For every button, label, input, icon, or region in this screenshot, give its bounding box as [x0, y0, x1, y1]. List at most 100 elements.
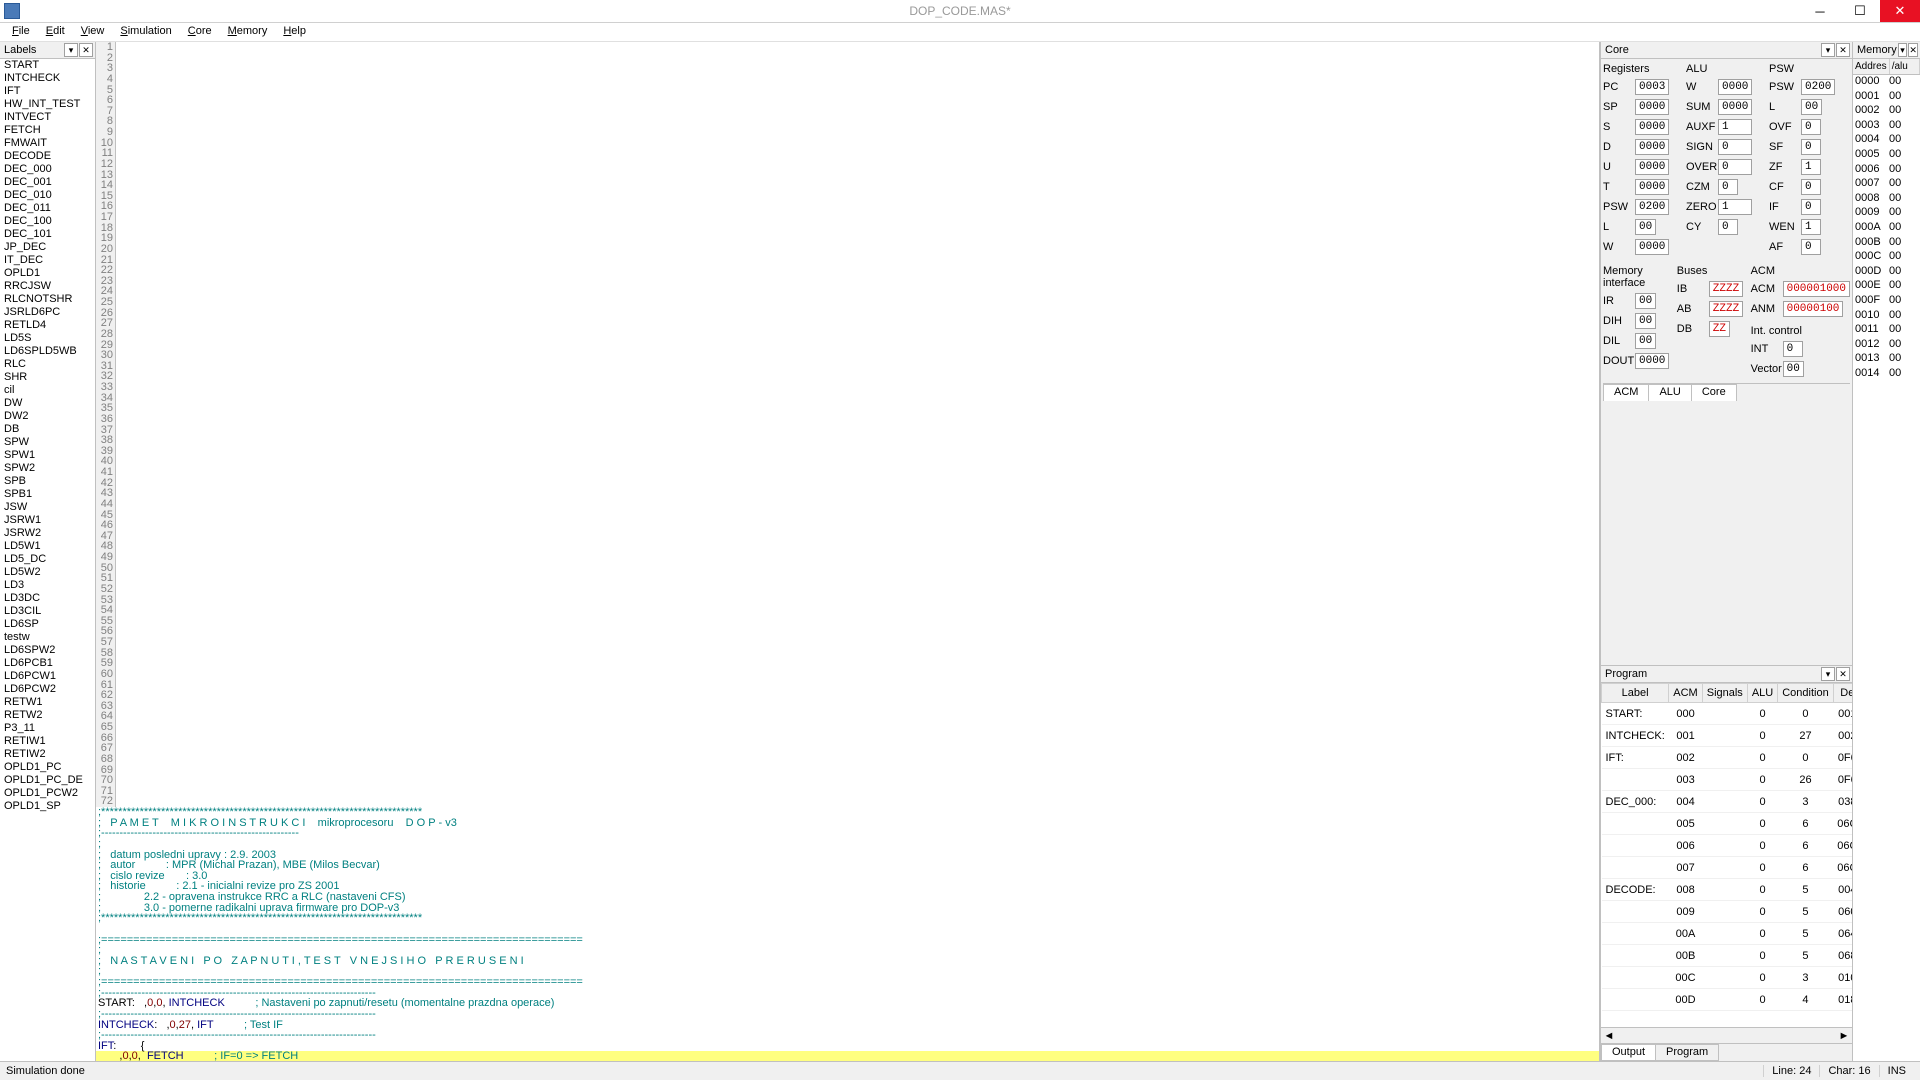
table-row[interactable]: 00D04018	[1602, 989, 1853, 1011]
reg-value[interactable]: 0000	[1635, 179, 1669, 195]
label-item[interactable]: P3_11	[0, 722, 95, 735]
label-item[interactable]: JSRLD6PC	[0, 306, 95, 319]
code-line[interactable]: ; P A M E T M I K R O I N S T R U K C I …	[96, 818, 1599, 829]
label-item[interactable]: DEC_101	[0, 228, 95, 241]
code-line[interactable]: ;=======================================…	[96, 935, 1599, 946]
mem-row[interactable]: 000100	[1853, 90, 1920, 105]
label-item[interactable]: RLC	[0, 358, 95, 371]
label-item[interactable]: RRCJSW	[0, 280, 95, 293]
panel-close-icon[interactable]: ✕	[1836, 667, 1850, 681]
label-item[interactable]: DEC_010	[0, 189, 95, 202]
label-item[interactable]: FETCH	[0, 124, 95, 137]
mem-row[interactable]: 000B00	[1853, 236, 1920, 251]
mem-row[interactable]: 000800	[1853, 192, 1920, 207]
table-row[interactable]: INTCHECK:001027002	[1602, 725, 1853, 747]
table-row[interactable]: DEC_000:00403038	[1602, 791, 1853, 813]
reg-value[interactable]: 0	[1801, 239, 1821, 255]
label-item[interactable]: LD5W1	[0, 540, 95, 553]
label-item[interactable]: FMWAIT	[0, 137, 95, 150]
label-item[interactable]: OPLD1_SP	[0, 800, 95, 813]
label-item[interactable]: JSRW1	[0, 514, 95, 527]
table-row[interactable]: START:00000001	[1602, 703, 1853, 725]
mem-row[interactable]: 000D00	[1853, 265, 1920, 280]
reg-value[interactable]: 0000	[1635, 159, 1669, 175]
reg-value[interactable]: 1	[1718, 199, 1752, 215]
prog-col[interactable]: ACM	[1669, 684, 1702, 703]
reg-value[interactable]: 00	[1635, 293, 1656, 309]
label-item[interactable]: RLCNOTSHR	[0, 293, 95, 306]
mem-row[interactable]: 001400	[1853, 367, 1920, 382]
mem-row[interactable]: 000F00	[1853, 294, 1920, 309]
label-item[interactable]: SPB1	[0, 488, 95, 501]
label-item[interactable]: HW_INT_TEST	[0, 98, 95, 111]
menu-view[interactable]: View	[73, 23, 113, 41]
label-item[interactable]: LD6PCB1	[0, 657, 95, 670]
table-row[interactable]: IFT:002000F6	[1602, 747, 1853, 769]
label-item[interactable]: LD3	[0, 579, 95, 592]
mem-row[interactable]: 000E00	[1853, 279, 1920, 294]
code-line[interactable]: ; N A S T A V E N I P O Z A P N U T I , …	[96, 956, 1599, 967]
core-tab-acm[interactable]: ACM	[1603, 384, 1649, 401]
code-line[interactable]: ;***************************************…	[96, 913, 1599, 924]
reg-value[interactable]: 00	[1635, 333, 1656, 349]
core-tab-core[interactable]: Core	[1691, 384, 1737, 401]
label-item[interactable]: LD6SP	[0, 618, 95, 631]
label-item[interactable]: DECODE	[0, 150, 95, 163]
table-row[interactable]: DECODE:00805004	[1602, 879, 1853, 901]
mem-col[interactable]: Addres	[1853, 59, 1890, 74]
label-item[interactable]: SPW1	[0, 449, 95, 462]
label-item[interactable]: SPW	[0, 436, 95, 449]
table-row[interactable]: 0030260F6	[1602, 769, 1853, 791]
core-tab-alu[interactable]: ALU	[1648, 384, 1691, 401]
code-line[interactable]: IFT: {	[96, 1041, 1599, 1052]
mem-row[interactable]: 000200	[1853, 104, 1920, 119]
label-item[interactable]: DEC_000	[0, 163, 95, 176]
mem-col[interactable]: /alu	[1890, 59, 1920, 74]
close-button[interactable]: ✕	[1880, 0, 1920, 22]
menu-core[interactable]: Core	[180, 23, 220, 41]
menu-memory[interactable]: Memory	[220, 23, 276, 41]
code-editor[interactable]: ;***************************************…	[96, 807, 1599, 1061]
reg-value[interactable]: 00	[1783, 361, 1804, 377]
reg-value[interactable]: 0000	[1718, 79, 1752, 95]
label-item[interactable]: JP_DEC	[0, 241, 95, 254]
table-row[interactable]: 0050606C	[1602, 813, 1853, 835]
reg-value[interactable]: 1	[1718, 119, 1752, 135]
panel-dock-icon[interactable]: ▾	[64, 43, 78, 57]
mem-row[interactable]: 000400	[1853, 133, 1920, 148]
reg-value[interactable]: 0	[1718, 219, 1738, 235]
table-row[interactable]: 0070606C	[1602, 857, 1853, 879]
label-item[interactable]: SHR	[0, 371, 95, 384]
mem-row[interactable]: 000700	[1853, 177, 1920, 192]
labels-list[interactable]: STARTINTCHECKIFTHW_INT_TESTINTVECTFETCHF…	[0, 59, 95, 1061]
reg-value[interactable]: 0	[1718, 159, 1752, 175]
label-item[interactable]: RETIW2	[0, 748, 95, 761]
label-item[interactable]: DEC_100	[0, 215, 95, 228]
reg-value[interactable]: 0003	[1635, 79, 1669, 95]
table-row[interactable]: 00C03010	[1602, 967, 1853, 989]
reg-value[interactable]: 0000	[1635, 239, 1669, 255]
label-item[interactable]: RETW1	[0, 696, 95, 709]
prog-col[interactable]: Signals	[1702, 684, 1747, 703]
label-item[interactable]: RETLD4	[0, 319, 95, 332]
panel-close-icon[interactable]: ✕	[79, 43, 93, 57]
reg-value[interactable]: 0000	[1718, 99, 1752, 115]
label-item[interactable]: INTCHECK	[0, 72, 95, 85]
label-item[interactable]: LD6SPLD5WB	[0, 345, 95, 358]
label-item[interactable]: JSRW2	[0, 527, 95, 540]
code-line[interactable]: ;---------------------------------------…	[96, 828, 1599, 839]
label-item[interactable]: LD6SPW2	[0, 644, 95, 657]
mem-row[interactable]: 000C00	[1853, 250, 1920, 265]
menu-help[interactable]: Help	[275, 23, 314, 41]
label-item[interactable]: LD3CIL	[0, 605, 95, 618]
label-item[interactable]: DEC_011	[0, 202, 95, 215]
reg-value[interactable]: 0200	[1801, 79, 1835, 95]
table-row[interactable]: 00A05064	[1602, 923, 1853, 945]
code-line[interactable]: ; autor : MPR (Michal Prazan), MBE (Milo…	[96, 860, 1599, 871]
label-item[interactable]: SPB	[0, 475, 95, 488]
code-line[interactable]: ;---------------------------------------…	[96, 1009, 1599, 1020]
reg-value[interactable]: 0	[1801, 119, 1821, 135]
program-table[interactable]: LabelACMSignalsALUConditionDeSTART:00000…	[1601, 683, 1852, 1027]
mem-row[interactable]: 001000	[1853, 309, 1920, 324]
panel-close-icon[interactable]: ✕	[1836, 43, 1850, 57]
